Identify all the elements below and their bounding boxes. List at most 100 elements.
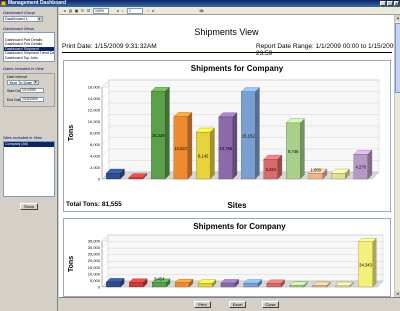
maximize-icon[interactable]: □	[387, 1, 393, 6]
gridline-diag	[101, 114, 110, 122]
bar-side	[232, 112, 238, 180]
page-number-field[interactable]: 1	[127, 8, 143, 14]
window-title: Management Dashboard	[8, 0, 67, 6]
scroll-up-icon[interactable]: ▲	[395, 15, 400, 21]
shipments-chart-2: Shipments for Company Tons 0 5,000 10,00015,…	[68, 222, 384, 290]
y-tick-label: 35,000	[88, 239, 101, 244]
y-tick-label: 16,000	[88, 85, 101, 90]
bar	[197, 283, 213, 288]
y-tick-label: 4,000	[90, 154, 101, 159]
minimize-icon[interactable]: _	[380, 1, 386, 6]
y-tick-label: 14,000	[88, 96, 101, 101]
y-tick-label: 30,000	[88, 245, 101, 250]
gridline-diag	[101, 91, 110, 99]
filter-panel: Dashboard Group Dashboard 1 ▼ Dashboard …	[0, 7, 58, 311]
data-label: 9,746	[288, 149, 299, 154]
chart-top: Shipments for Company Tons Sites 0 2,000 4,00…	[63, 60, 391, 212]
y-tick-label: 0	[98, 285, 101, 290]
end-date-field[interactable]: 1/15/2009	[20, 97, 44, 102]
refresh-icon[interactable]: ↻	[80, 9, 85, 13]
bar	[174, 282, 190, 288]
chevron-down-icon[interactable]: ▼	[37, 17, 42, 21]
bar	[128, 177, 143, 180]
gridline-diag	[101, 160, 110, 168]
views-list[interactable]: Dashboard Port Details Dashboard Port Det…	[3, 32, 55, 62]
data-label: 4,276	[356, 165, 367, 170]
chart-bottom: Shipments for Company Tons 0 5,000 10,000 15,…	[63, 218, 391, 297]
first-page-icon[interactable]: ◂	[62, 9, 67, 13]
plot-back-wall	[107, 234, 384, 282]
data-label: 8,142	[198, 154, 209, 159]
bar	[152, 282, 167, 288]
y-axis-label: Tons	[68, 256, 75, 272]
y-tick-label: 25,000	[88, 252, 101, 257]
y-tick-label: 8,000	[90, 131, 101, 136]
binoculars-icon[interactable]: ꝏ	[199, 9, 204, 13]
bar	[289, 285, 305, 288]
data-label: 3,454	[154, 276, 165, 281]
bar	[220, 282, 236, 288]
bar	[243, 283, 259, 288]
gridline-diag	[101, 137, 110, 145]
y-tick-label: 10,000	[88, 271, 101, 276]
gridline-diag	[101, 254, 109, 261]
gridline-diag	[101, 102, 110, 111]
sites-list[interactable]: Company (All)	[3, 141, 55, 197]
y-tick-label: 20,000	[88, 258, 101, 263]
sites-label: Sites Included in View	[3, 135, 43, 140]
close-icon[interactable]: ×	[394, 1, 399, 6]
dates-group: Date Interval Year To Date ▼ Start Date …	[3, 73, 55, 107]
data-label: 15,152	[242, 133, 255, 138]
report-toolbar: ◂ ▤ ▣ ↻ ☰ 100% ◂ ‹ 1 › ▸ ꝏ	[59, 7, 400, 15]
tree-icon[interactable]: ☰	[86, 9, 91, 13]
app-icon	[1, 1, 6, 6]
print-button[interactable]: Print	[194, 301, 211, 308]
y-tick-label: 12,000	[88, 108, 101, 113]
report-scrollbar[interactable]: ▲ ▼	[394, 15, 400, 297]
dates-label: Dates Included in View	[3, 66, 44, 71]
export-button[interactable]: Excel	[229, 301, 246, 308]
bar	[106, 281, 121, 288]
y-axis-label: Tons	[68, 125, 75, 141]
last-page-icon[interactable]: ▸	[151, 9, 156, 13]
y-tick-label: 5,000	[90, 278, 101, 283]
shipments-chart-1: Shipments for Company Tons Sites 0 2,000 4,00…	[66, 64, 380, 210]
data-label: 3,424	[266, 167, 277, 172]
prev-icon[interactable]: ‹	[120, 9, 125, 13]
date-interval-select[interactable]: Year To Date ▼	[7, 80, 39, 85]
date-range: Report Date Range: 1/1/2009 00:00 to 1/1…	[256, 43, 397, 57]
bar	[308, 173, 323, 180]
data-label: 15,229	[152, 133, 165, 138]
data-label: 34,343	[359, 262, 372, 267]
gridline-diag	[101, 274, 109, 281]
data-label: 10,785	[219, 146, 232, 151]
report-title: Shipments View	[194, 27, 259, 37]
data-label: 1,000	[311, 167, 322, 172]
group-label: Dashboard Group	[3, 10, 35, 15]
bar	[331, 173, 346, 180]
start-date-field[interactable]: 1/1/2009	[20, 88, 44, 93]
bar	[129, 282, 144, 288]
bar	[266, 283, 282, 288]
views-label: Dashboard Views	[3, 26, 35, 31]
bar-side	[300, 118, 305, 180]
zoom-select[interactable]: 100%	[93, 8, 109, 14]
print-icon[interactable]: ▤	[68, 9, 73, 13]
gridline-diag	[101, 148, 110, 157]
view-list-item[interactable]: Dashboard Top Jobs	[4, 56, 54, 61]
site-list-item[interactable]	[4, 193, 54, 196]
x-axis-label: Sites	[227, 201, 247, 210]
bar	[335, 285, 350, 288]
export-icon[interactable]: ▣	[74, 9, 79, 13]
chart-title: Shipments for Company	[191, 64, 284, 73]
chevron-down-icon[interactable]: ▼	[33, 81, 38, 84]
close-button[interactable]: Close	[262, 301, 279, 308]
show-button[interactable]: Show	[20, 203, 38, 210]
group-select[interactable]: Dashboard 1 ▼	[3, 16, 43, 22]
bar	[106, 173, 121, 180]
y-tick-label: 0	[98, 177, 101, 182]
gridline-diag	[101, 248, 109, 255]
print-date: Print Date: 1/15/2009 9:31:32AM	[62, 43, 157, 50]
chart-title: Shipments for Company	[193, 222, 286, 231]
scroll-thumb[interactable]	[395, 23, 400, 93]
